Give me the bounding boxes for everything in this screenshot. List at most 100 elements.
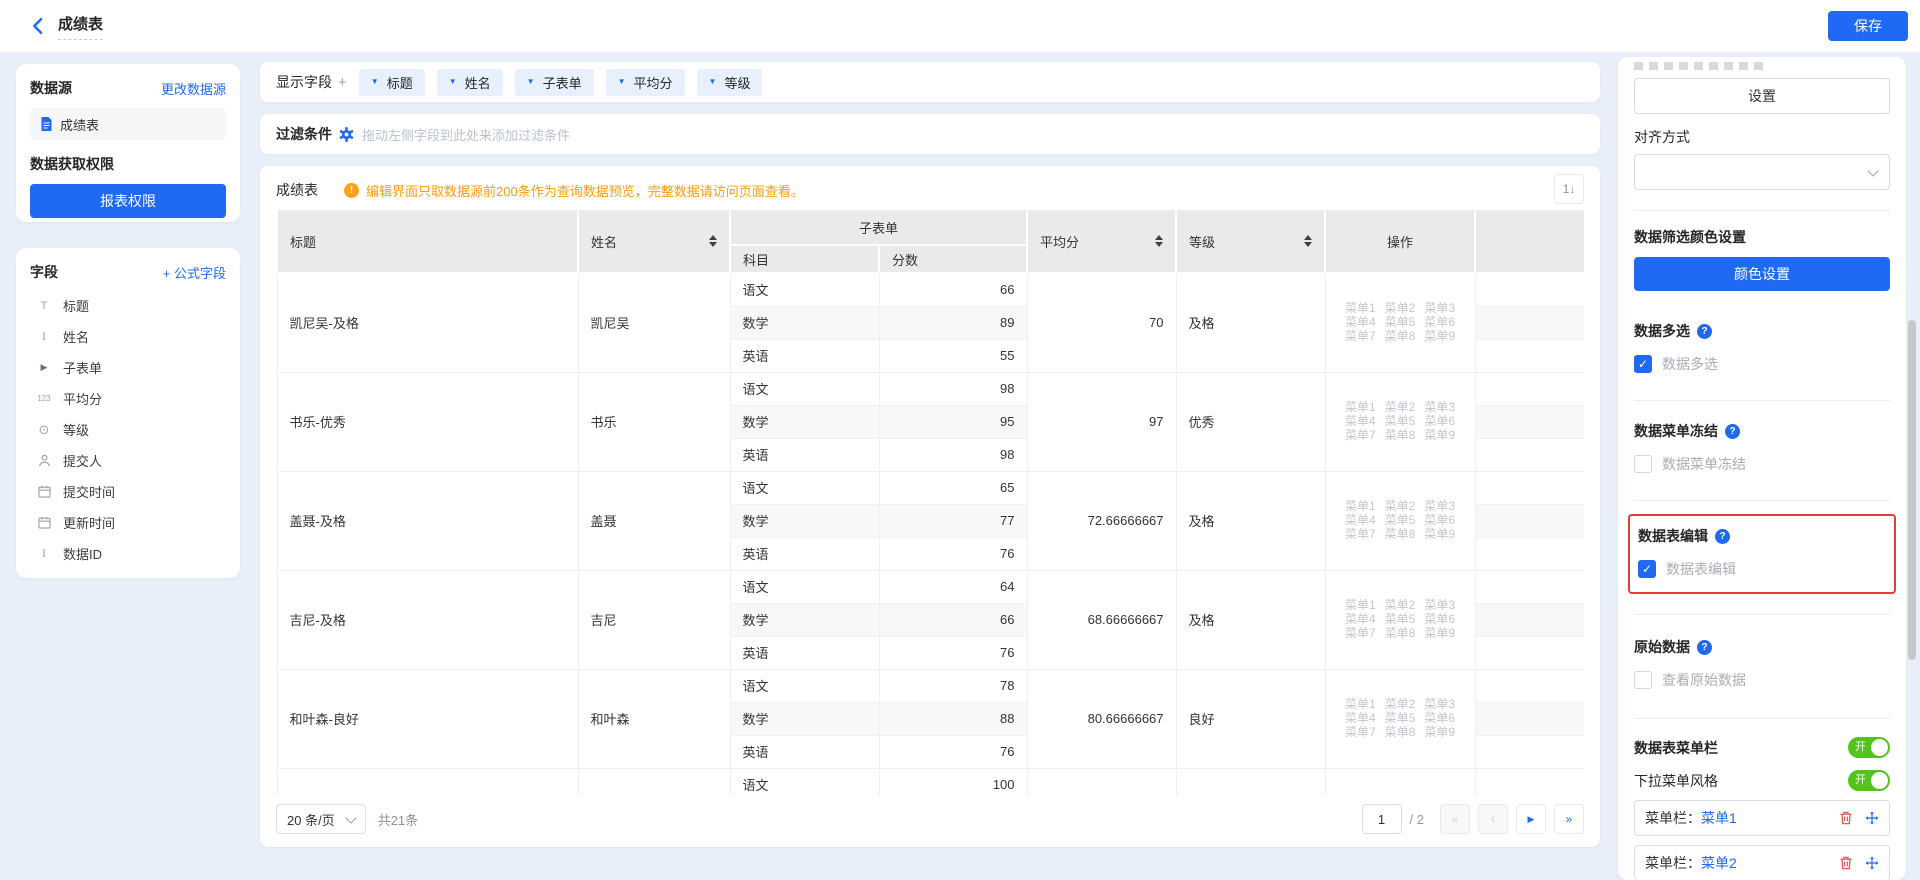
menu-link[interactable]: 菜单2 xyxy=(1385,599,1416,612)
menu-link[interactable]: 菜单9 xyxy=(1424,627,1455,640)
menu-freeze-checkbox[interactable] xyxy=(1634,455,1652,473)
add-display-field-button[interactable]: + xyxy=(338,74,347,91)
gear-icon[interactable] xyxy=(339,127,354,142)
help-icon[interactable] xyxy=(1697,324,1712,339)
col-header-grade[interactable]: 等级 xyxy=(1176,209,1325,273)
col-header-name[interactable]: 姓名 xyxy=(578,209,730,273)
menu-link[interactable]: 菜单7 xyxy=(1345,429,1376,442)
menu-link[interactable]: 菜单4 xyxy=(1345,712,1376,725)
menu-link[interactable]: 菜单1 xyxy=(1345,401,1376,414)
menu-link[interactable]: 菜单4 xyxy=(1345,316,1376,329)
menu-link[interactable]: 菜单6 xyxy=(1424,415,1455,428)
back-icon[interactable] xyxy=(28,16,48,36)
menu-link[interactable]: 菜单8 xyxy=(1385,528,1416,541)
first-page-button[interactable] xyxy=(1440,804,1470,834)
page-size-select[interactable]: 20 条/页 xyxy=(276,804,366,834)
menu-link[interactable]: 菜单3 xyxy=(1424,302,1455,315)
menu-link[interactable]: 菜单9 xyxy=(1424,429,1455,442)
menu-link[interactable]: 菜单1 xyxy=(1345,698,1376,711)
report-permission-button[interactable]: 报表权限 xyxy=(30,184,226,218)
row-sort-tool-button[interactable]: 1↓ xyxy=(1554,174,1584,204)
field-chip[interactable]: 姓名 xyxy=(437,69,503,96)
menu-link[interactable]: 菜单1 xyxy=(1345,599,1376,612)
field-item[interactable]: 123平均分 xyxy=(30,383,226,414)
menubar-item-link[interactable]: 菜单2 xyxy=(1701,853,1737,873)
col-header-average[interactable]: 平均分 xyxy=(1027,209,1176,273)
filter-bar[interactable]: 过滤条件 拖动左侧字段到此处来添加过滤条件 xyxy=(260,114,1600,154)
menu-link[interactable]: 菜单8 xyxy=(1385,726,1416,739)
field-item[interactable]: ▶子表单 xyxy=(30,352,226,383)
menu-link[interactable]: 菜单7 xyxy=(1345,330,1376,343)
field-item[interactable]: 更新时间 xyxy=(30,507,226,538)
table-edit-checkbox[interactable] xyxy=(1638,560,1656,578)
field-item[interactable]: ⊙等级 xyxy=(30,414,226,445)
menu-link[interactable]: 菜单6 xyxy=(1424,613,1455,626)
menu-link[interactable]: 菜单2 xyxy=(1385,302,1416,315)
field-chip[interactable]: 标题 xyxy=(359,69,425,96)
menu-link[interactable]: 菜单1 xyxy=(1345,302,1376,315)
sort-icon[interactable] xyxy=(1155,235,1163,247)
menu-link[interactable]: 菜单4 xyxy=(1345,415,1376,428)
raw-data-checkbox[interactable] xyxy=(1634,671,1652,689)
menu-link[interactable]: 菜单6 xyxy=(1424,316,1455,329)
menu-link[interactable]: 菜单5 xyxy=(1385,514,1416,527)
menu-link[interactable]: 菜单9 xyxy=(1424,330,1455,343)
menu-link[interactable]: 菜单7 xyxy=(1345,528,1376,541)
table-scroll-area[interactable]: 标题 姓名 子表单 平均分 等级 操作 科目 分数 凯尼吴-及格凯尼吴语文667… xyxy=(276,208,1584,795)
field-item[interactable]: 提交人 xyxy=(30,445,226,476)
field-chip[interactable]: 等级 xyxy=(697,69,763,96)
field-chip[interactable]: 子表单 xyxy=(515,69,594,96)
help-icon[interactable] xyxy=(1697,640,1712,655)
next-page-button[interactable] xyxy=(1516,804,1546,834)
trash-icon[interactable] xyxy=(1839,811,1853,825)
menu-link[interactable]: 菜单5 xyxy=(1385,415,1416,428)
field-item[interactable]: T标题 xyxy=(30,290,226,321)
menu-link[interactable]: 菜单5 xyxy=(1385,613,1416,626)
save-button[interactable]: 保存 xyxy=(1828,11,1908,41)
field-chip[interactable]: 平均分 xyxy=(606,69,685,96)
menu-link[interactable]: 菜单3 xyxy=(1424,698,1455,711)
menu-link[interactable]: 菜单7 xyxy=(1345,726,1376,739)
settings-button[interactable]: 设置 xyxy=(1634,78,1890,114)
menu-link[interactable]: 菜单7 xyxy=(1345,627,1376,640)
menu-link[interactable]: 菜单2 xyxy=(1385,698,1416,711)
menu-link[interactable]: 菜单3 xyxy=(1424,500,1455,513)
field-item[interactable]: I数据ID xyxy=(30,538,226,569)
trash-icon[interactable] xyxy=(1839,856,1853,870)
menu-link[interactable]: 菜单6 xyxy=(1424,712,1455,725)
menu-link[interactable]: 菜单3 xyxy=(1424,599,1455,612)
menu-link[interactable]: 菜单9 xyxy=(1424,726,1455,739)
menu-link[interactable]: 菜单4 xyxy=(1345,514,1376,527)
last-page-button[interactable] xyxy=(1554,804,1584,834)
menu-link[interactable]: 菜单8 xyxy=(1385,627,1416,640)
menu-link[interactable]: 菜单4 xyxy=(1345,613,1376,626)
menu-link[interactable]: 菜单3 xyxy=(1424,401,1455,414)
page-scrollbar[interactable] xyxy=(1908,320,1916,660)
change-datasource-link[interactable]: 更改数据源 xyxy=(161,79,226,98)
move-icon[interactable] xyxy=(1865,811,1879,825)
add-formula-field-link[interactable]: + 公式字段 xyxy=(163,263,226,282)
menu-link[interactable]: 菜单6 xyxy=(1424,514,1455,527)
sort-icon[interactable] xyxy=(709,235,717,247)
help-icon[interactable] xyxy=(1715,529,1730,544)
menu-link[interactable]: 菜单8 xyxy=(1385,429,1416,442)
menu-link[interactable]: 菜单2 xyxy=(1385,401,1416,414)
move-icon[interactable] xyxy=(1865,856,1879,870)
menu-link[interactable]: 菜单9 xyxy=(1424,528,1455,541)
help-icon[interactable] xyxy=(1725,424,1740,439)
table-menubar-toggle[interactable]: 开 xyxy=(1848,737,1890,758)
field-item[interactable]: I姓名 xyxy=(30,321,226,352)
menu-link[interactable]: 菜单1 xyxy=(1345,500,1376,513)
page-number-input[interactable] xyxy=(1362,804,1402,834)
dropdown-style-toggle[interactable]: 开 xyxy=(1848,770,1890,791)
menu-link[interactable]: 菜单2 xyxy=(1385,500,1416,513)
multi-select-checkbox[interactable] xyxy=(1634,355,1652,373)
menubar-item-link[interactable]: 菜单1 xyxy=(1701,808,1737,828)
align-select[interactable] xyxy=(1634,154,1890,190)
menu-link[interactable]: 菜单8 xyxy=(1385,330,1416,343)
sort-icon[interactable] xyxy=(1304,235,1312,247)
menu-link[interactable]: 菜单5 xyxy=(1385,712,1416,725)
field-item[interactable]: 提交时间 xyxy=(30,476,226,507)
menu-link[interactable]: 菜单5 xyxy=(1385,316,1416,329)
color-settings-button[interactable]: 颜色设置 xyxy=(1634,257,1890,291)
